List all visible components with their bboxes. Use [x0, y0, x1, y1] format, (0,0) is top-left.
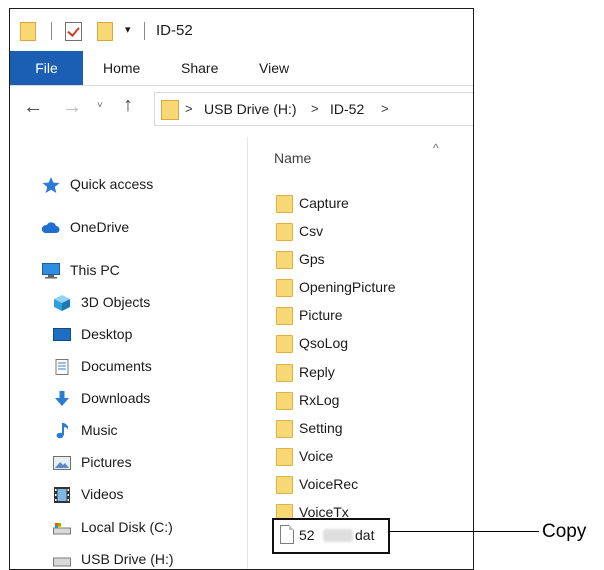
folder-name: Gps	[299, 251, 325, 267]
folder-name: QsoLog	[299, 335, 349, 351]
tab-home[interactable]: Home	[103, 51, 140, 85]
folder-icon	[20, 22, 36, 41]
recent-locations-chevron-icon[interactable]: ˅	[97, 100, 103, 111]
breadcrumb-usb-drive[interactable]: USB Drive (H:)	[204, 101, 297, 117]
folder-icon	[276, 420, 293, 438]
tab-view[interactable]: View	[259, 51, 289, 85]
toolbar-separator	[51, 22, 52, 40]
folder-name: OpeningPicture	[299, 279, 396, 295]
folder-icon	[276, 335, 293, 353]
address-bar[interactable]: > USB Drive (H:) > ID-52 >	[154, 92, 473, 126]
document-icon	[55, 359, 69, 375]
folder-icon	[276, 392, 293, 410]
nav-item-label: Downloads	[81, 390, 151, 406]
film-icon	[54, 487, 70, 503]
folder-icon	[276, 476, 293, 494]
breadcrumb-chevron-icon[interactable]: >	[185, 101, 193, 116]
cloud-icon	[42, 222, 60, 233]
folder-name: RxLog	[299, 392, 340, 408]
folder-name: Csv	[299, 223, 324, 239]
desktop-icon	[53, 328, 71, 341]
file-icon	[280, 525, 294, 544]
window-title: ID-52	[156, 22, 193, 39]
nav-item-label: 3D Objects	[81, 294, 151, 310]
back-arrow-icon[interactable]: ←	[23, 96, 43, 119]
folder-name: Reply	[299, 364, 335, 380]
nav-item-label: Quick access	[70, 176, 154, 192]
file-name-prefix: 52	[299, 527, 315, 543]
sort-ascending-icon[interactable]: ^	[433, 141, 439, 155]
callout-line	[389, 531, 539, 532]
nav-item-label: USB Drive (H:)	[81, 551, 174, 567]
folder-icon	[276, 448, 293, 466]
customize-toolbar-dropdown[interactable]: ▾	[125, 23, 131, 36]
properties-icon[interactable]	[65, 22, 82, 41]
breadcrumb-chevron-icon[interactable]: >	[381, 101, 389, 116]
folder-icon	[276, 251, 293, 269]
new-folder-icon[interactable]	[97, 22, 113, 41]
navigation-row: ← → ˅ ↑ > USB Drive (H:) > ID-52 >	[10, 86, 473, 130]
up-arrow-icon[interactable]: ↑	[123, 94, 133, 117]
folder-name: Voice	[299, 448, 334, 464]
nav-item-label: Local Disk (C:)	[81, 519, 173, 535]
monitor-icon	[42, 263, 60, 279]
toolbar-separator	[144, 22, 145, 40]
nav-item-label: Music	[81, 422, 118, 438]
folder-icon	[276, 279, 293, 297]
picture-icon	[53, 456, 71, 470]
redacted-filename-part	[323, 529, 353, 542]
download-icon	[55, 391, 69, 406]
file-list-pane: Name ^ Capture Csv Gps OpeningPicture Pi…	[248, 137, 473, 569]
breadcrumb-id-52[interactable]: ID-52	[330, 101, 364, 117]
highlighted-dat-file[interactable]: 52 dat	[272, 518, 390, 554]
tab-share[interactable]: Share	[181, 51, 218, 85]
folder-name: Setting	[299, 420, 343, 436]
column-header-name[interactable]: Name	[274, 150, 311, 166]
folder-icon	[276, 364, 293, 382]
nav-item-label: Documents	[81, 358, 152, 374]
folder-icon	[276, 223, 293, 241]
tab-file[interactable]: File	[10, 51, 83, 85]
callout-copy-label: Copy	[542, 521, 587, 542]
nav-item-label: Videos	[81, 486, 124, 502]
forward-arrow-icon[interactable]: →	[62, 96, 82, 119]
folder-name: Capture	[299, 195, 349, 211]
file-explorer-window: ▾ ID-52 File Home Share View ← → ˅ ↑ > U…	[9, 8, 474, 570]
file-name-extension: dat	[355, 527, 375, 543]
folder-name: Picture	[299, 307, 343, 323]
folder-icon	[276, 195, 293, 213]
folder-name: VoiceRec	[299, 476, 359, 492]
nav-item-label: OneDrive	[70, 219, 130, 235]
usb-drive-icon	[53, 557, 71, 567]
ribbon-tabs: File Home Share View	[10, 51, 473, 86]
nav-item-label: Pictures	[81, 454, 132, 470]
star-icon	[42, 177, 60, 193]
nav-item-label: This PC	[70, 262, 120, 278]
folder-icon	[161, 100, 179, 120]
disk-icon	[53, 523, 71, 535]
breadcrumb-chevron-icon[interactable]: >	[311, 101, 319, 116]
nav-item-label: Desktop	[81, 326, 133, 342]
folder-icon	[276, 307, 293, 325]
cube-icon	[54, 295, 70, 311]
title-bar: ▾ ID-52	[10, 9, 473, 51]
music-note-icon	[56, 423, 69, 439]
